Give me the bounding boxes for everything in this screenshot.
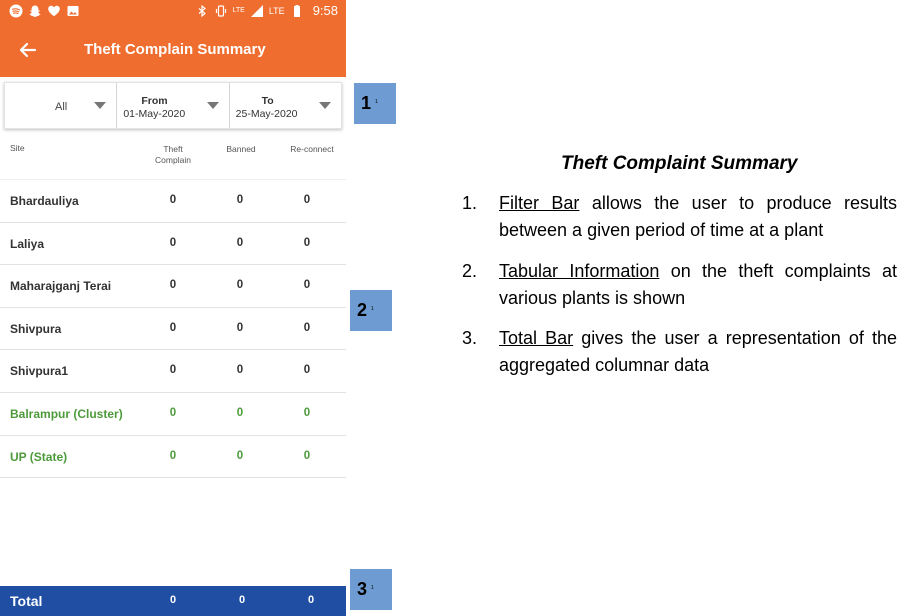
item-number: 3. [462, 328, 478, 348]
chevron-down-icon [206, 102, 219, 109]
table-row[interactable]: Bhardauliya 0 0 0 [0, 180, 346, 223]
back-arrow-icon[interactable] [16, 38, 40, 62]
reconnect-count: 0 [303, 406, 311, 419]
battery-icon [293, 4, 300, 17]
callout-number: 1 [361, 93, 372, 113]
from-date-dropdown[interactable]: From 01-May-2020 [116, 83, 228, 128]
item-key: Tabular Information [499, 261, 660, 281]
reconnect-count: 0 [303, 449, 311, 462]
total-theft: 0 [169, 594, 177, 606]
callout-number: 2 [357, 300, 368, 320]
item-number: 1. [462, 193, 478, 213]
header-theft-complain: Theft Complain [150, 144, 196, 166]
site-table: Bhardauliya 0 0 0 Laliya 0 0 0 Maharajga… [0, 180, 346, 479]
banned-count: 0 [236, 279, 244, 292]
site-filter-value: All [55, 101, 68, 113]
theft-count: 0 [169, 236, 177, 249]
header-theft-line1: Theft [163, 144, 183, 154]
callout-sub: 1 [375, 99, 378, 105]
site-name: Laliya [10, 236, 45, 251]
phone-lte-indicator: LTE [232, 7, 245, 14]
table-header: Site Theft Complain Banned Re-connect [0, 140, 346, 180]
chevron-down-icon [318, 102, 331, 109]
filter-bar: All From 01-May-2020 To 25-May-2020 [4, 82, 342, 129]
table-row[interactable]: Maharajganj Terai 0 0 0 [0, 265, 346, 308]
banned-count: 0 [236, 194, 244, 206]
item-text: Total Bar gives the user a representatio… [499, 325, 897, 379]
total-bar: Total 0 0 0 [0, 586, 346, 616]
site-filter-dropdown[interactable]: All [5, 83, 116, 128]
description-title: Theft Complaint Summary [561, 153, 798, 174]
callout-2: 2 1 [350, 290, 392, 331]
notification-icons [9, 4, 80, 18]
reconnect-count: 0 [303, 236, 311, 249]
site-name: Balrampur (Cluster) [10, 406, 123, 421]
to-date-label: To [261, 95, 274, 107]
header-banned: Banned [226, 144, 256, 154]
item-text: Filter Bar allows the user to produce re… [499, 190, 897, 244]
theft-count: 0 [169, 321, 177, 334]
clock-time: 9:58 [312, 3, 338, 18]
total-label: Total [10, 593, 43, 609]
snapchat-icon [29, 5, 41, 17]
vibrate-icon [215, 4, 226, 17]
phone-screen: LTE LTE 9:58 Theft Complain Summary All … [0, 0, 346, 616]
system-indicators: LTE LTE 9:58 [195, 3, 338, 18]
status-bar: LTE LTE 9:58 [0, 0, 346, 24]
lte-indicator: LTE [268, 5, 285, 16]
item-key: Filter Bar [499, 193, 580, 213]
reconnect-count: 0 [303, 279, 311, 292]
callout-3: 3 1 [350, 569, 392, 610]
spotify-icon [9, 4, 23, 18]
reconnect-count: 0 [303, 364, 311, 377]
theft-count: 0 [169, 449, 177, 462]
reconnect-count: 0 [303, 321, 311, 334]
image-icon [67, 6, 79, 16]
banned-count: 0 [236, 406, 244, 419]
reconnect-count: 0 [303, 194, 311, 206]
from-date-value: 01-May-2020 [123, 108, 186, 120]
banned-count: 0 [236, 321, 244, 334]
table-row[interactable]: Laliya 0 0 0 [0, 223, 346, 266]
total-reconnect: 0 [307, 594, 315, 606]
chevron-down-icon [94, 102, 107, 109]
from-date-label: From [141, 95, 168, 107]
site-name: Bhardauliya [10, 194, 79, 208]
app-bar: Theft Complain Summary [0, 24, 346, 77]
item-key: Total Bar [499, 328, 574, 348]
item-number: 2. [462, 261, 478, 281]
callout-number: 3 [357, 579, 368, 599]
header-theft-line2: Complain [155, 155, 191, 165]
total-banned: 0 [238, 594, 246, 606]
banned-count: 0 [236, 236, 244, 249]
bluetooth-icon [198, 4, 206, 17]
signal-icon [250, 4, 263, 17]
to-date-dropdown[interactable]: To 25-May-2020 [228, 83, 341, 128]
heart-icon [48, 5, 60, 17]
page-title: Theft Complain Summary [84, 41, 266, 58]
site-name: Maharajganj Terai [10, 279, 112, 294]
callout-sub: 1 [371, 585, 374, 591]
header-site: Site [10, 143, 25, 153]
site-name: UP (State) [10, 449, 68, 464]
theft-count: 0 [169, 364, 177, 377]
to-date-value: 25-May-2020 [235, 108, 298, 120]
state-row[interactable]: UP (State) 0 0 0 [0, 436, 346, 479]
header-reconnect: Re-connect [290, 144, 334, 154]
callout-1: 1 1 [354, 83, 396, 124]
item-text: Tabular Information on the theft complai… [499, 258, 897, 312]
site-name: Shivpura1 [10, 364, 69, 379]
theft-count: 0 [169, 406, 177, 419]
table-row[interactable]: Shivpura1 0 0 0 [0, 350, 346, 393]
theft-count: 0 [169, 194, 177, 206]
site-name: Shivpura [10, 321, 62, 336]
table-row[interactable]: Shivpura 0 0 0 [0, 308, 346, 351]
banned-count: 0 [236, 449, 244, 462]
banned-count: 0 [236, 364, 244, 377]
cluster-row[interactable]: Balrampur (Cluster) 0 0 0 [0, 393, 346, 436]
theft-count: 0 [169, 279, 177, 292]
callout-sub: 1 [371, 306, 374, 312]
